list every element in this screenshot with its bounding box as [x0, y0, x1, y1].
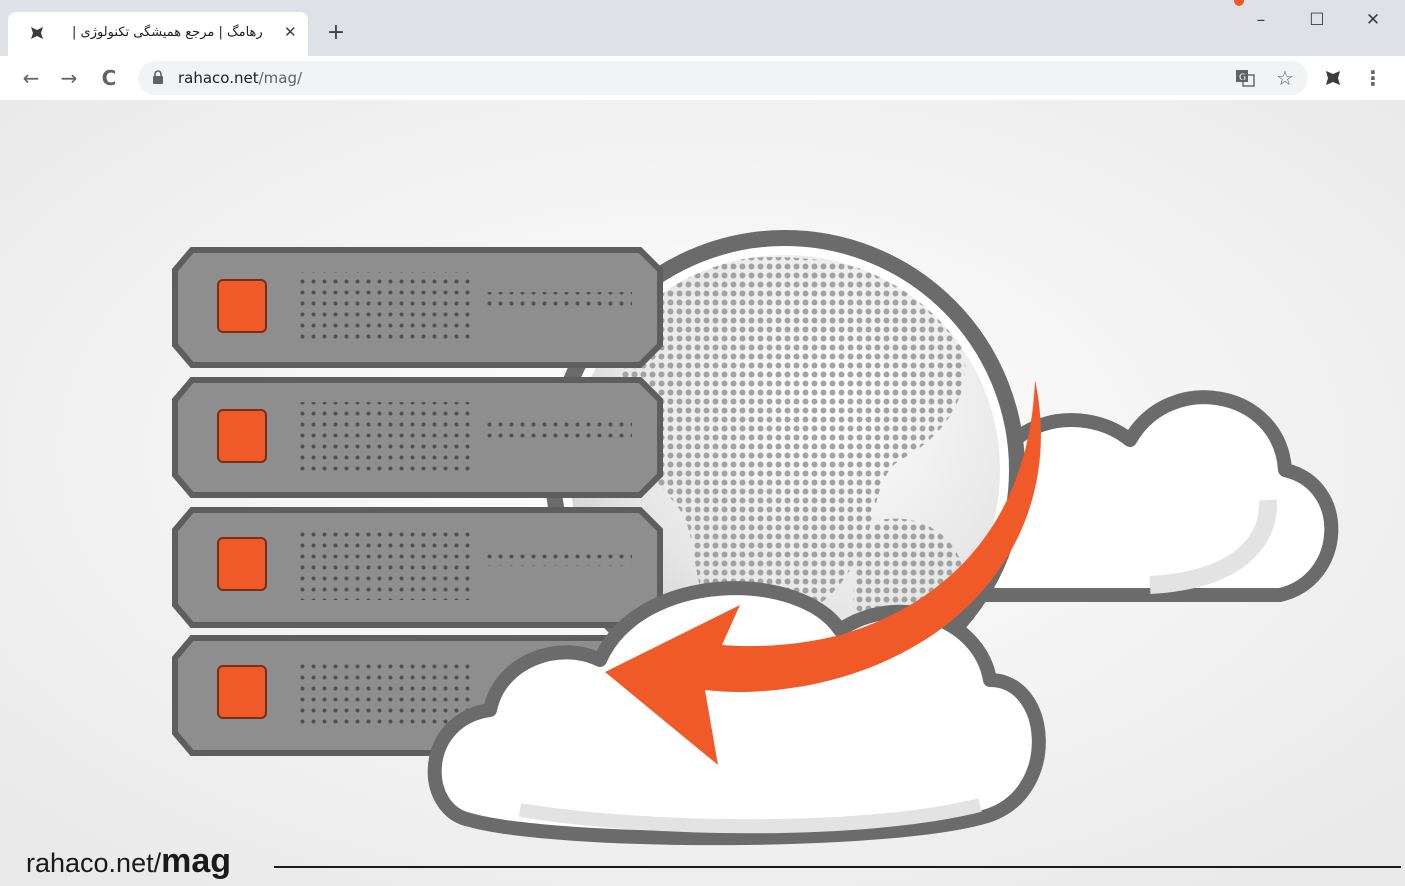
star-icon[interactable]: ☆ [1274, 67, 1296, 89]
watermark-emphasis: mag [161, 842, 232, 880]
rahaco-favicon-icon [31, 27, 43, 39]
url-text[interactable]: rahaco.net/mag/ [178, 69, 302, 87]
maximize-button[interactable]: ☐ [1302, 10, 1332, 34]
browser-toolbar: ← → C rahaco.net/mag/ G ☆ ⋮ [0, 56, 1405, 100]
page-content [0, 100, 1405, 886]
tab-close-button[interactable]: ✕ [284, 23, 297, 41]
new-tab-button[interactable]: + [324, 22, 348, 46]
minimize-button[interactable]: – [1246, 10, 1276, 34]
watermark-text: rahaco.net/mag [26, 842, 231, 881]
close-window-button[interactable]: ✕ [1358, 10, 1388, 34]
translate-icon[interactable]: G [1234, 67, 1256, 89]
server-unit [172, 507, 663, 628]
accent-mark [1234, 0, 1244, 6]
browser-titlebar: رهامگ | مرجع همیشگی تکنولوژی | ✕ + – ☐ ✕ [0, 0, 1405, 56]
menu-icon[interactable]: ⋮ [1362, 67, 1384, 89]
rahaco-extension-icon[interactable] [1322, 67, 1344, 89]
reload-button[interactable]: C [96, 65, 122, 91]
address-bar[interactable]: rahaco.net/mag/ [138, 61, 1308, 95]
browser-tab[interactable]: رهامگ | مرجع همیشگی تکنولوژی | ✕ [8, 12, 308, 56]
url-path: /mag/ [258, 69, 303, 87]
server-unit [172, 247, 663, 368]
url-host: rahaco.net [178, 69, 259, 87]
watermark-prefix: rahaco.net/ [26, 848, 162, 878]
migration-illustration [0, 100, 1405, 886]
watermark-rule [274, 866, 1401, 868]
server-unit [172, 377, 663, 498]
back-button[interactable]: ← [18, 65, 44, 91]
forward-button[interactable]: → [56, 65, 82, 91]
tab-title: رهامگ | مرجع همیشگی تکنولوژی | [72, 25, 263, 40]
lock-icon [153, 70, 163, 84]
